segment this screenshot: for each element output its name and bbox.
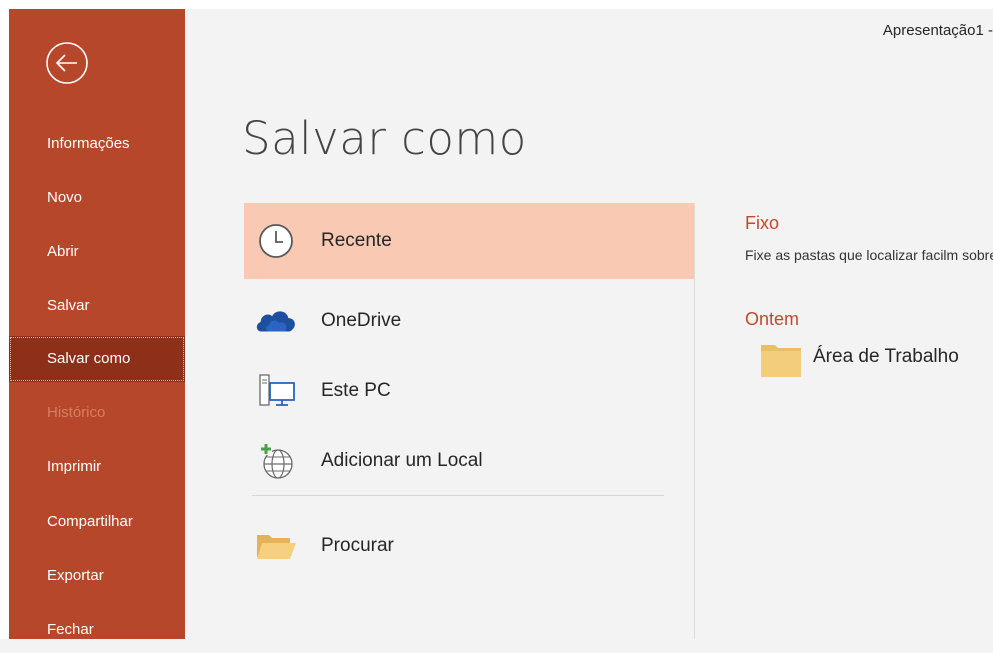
window-frame-left: [0, 0, 9, 639]
pinned-description-text: Fixe as pastas que localizar facilm sobr…: [745, 247, 993, 263]
location-este-pc[interactable]: Este PC: [244, 353, 694, 429]
backstage-main: Apresentação1 - Salvar como Recente OneD…: [185, 9, 993, 639]
add-globe-icon: [254, 441, 298, 481]
sidebar-item-imprimir[interactable]: Imprimir: [9, 444, 185, 490]
computer-icon: [254, 371, 298, 411]
location-label: Adicionar um Local: [321, 450, 483, 471]
sidebar-item-exportar[interactable]: Exportar: [9, 553, 185, 599]
yesterday-heading: Ontem: [745, 309, 800, 329]
onedrive-cloud-icon: [254, 301, 298, 341]
folder-area-de-trabalho[interactable]: Área de Trabalho: [761, 341, 993, 377]
location-label: Este PC: [321, 380, 391, 401]
panel-divider: [694, 203, 695, 639]
clock-icon: [254, 221, 298, 261]
location-adicionar-local[interactable]: Adicionar um Local: [244, 423, 694, 499]
location-onedrive[interactable]: OneDrive: [244, 283, 694, 359]
location-label: Procurar: [321, 535, 394, 556]
folder-label: Área de Trabalho: [813, 346, 959, 367]
location-recente[interactable]: Recente: [244, 203, 694, 279]
open-folder-icon: [254, 526, 298, 566]
sidebar-item-compartilhar[interactable]: Compartilhar: [9, 499, 185, 545]
location-label: OneDrive: [321, 310, 402, 331]
sidebar-item-salvar[interactable]: Salvar: [9, 283, 185, 329]
folders-panel: Fixo Fixe as pastas que localizar facilm…: [745, 203, 993, 503]
location-label: Recente: [321, 230, 392, 251]
back-button[interactable]: [45, 41, 89, 85]
sidebar-item-abrir[interactable]: Abrir: [9, 229, 185, 275]
folder-icon: [761, 345, 801, 377]
locations-divider: [252, 495, 664, 496]
pinned-heading: Fixo: [745, 213, 780, 233]
pinned-description: Fixe as pastas que localizar facilm sobr…: [745, 245, 993, 265]
backstage-sidebar: Informações Novo Abrir Salvar Salvar com…: [9, 9, 185, 639]
arrow-left-circle-icon: [46, 42, 88, 84]
save-locations-list: Recente OneDrive Este PC Adicionar um Lo…: [244, 203, 694, 639]
sidebar-item-historico: Histórico: [47, 404, 106, 421]
sidebar-item-novo[interactable]: Novo: [9, 175, 185, 221]
sidebar-item-informacoes[interactable]: Informações: [9, 121, 185, 167]
page-title: Salvar como: [242, 112, 527, 165]
document-title: Apresentação1 -: [882, 22, 993, 39]
sidebar-item-salvar-como[interactable]: Salvar como: [9, 336, 185, 382]
sidebar-item-fechar[interactable]: Fechar: [9, 607, 185, 653]
location-procurar[interactable]: Procurar: [244, 508, 694, 584]
window-frame-top: [0, 0, 993, 9]
